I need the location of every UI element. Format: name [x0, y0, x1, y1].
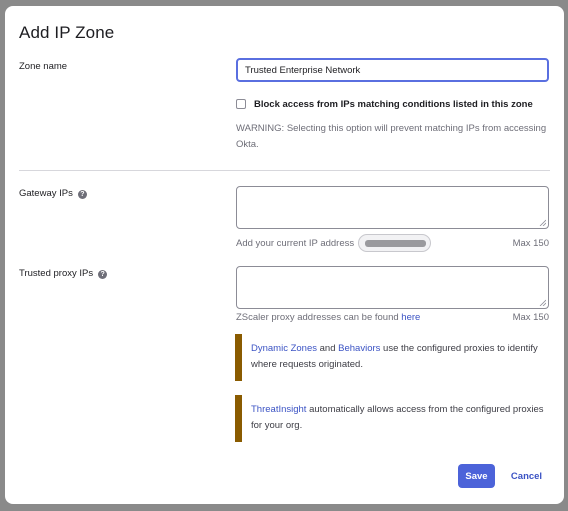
trusted-proxy-max: Max 150 [512, 312, 549, 323]
gateway-ips-helper: Add your current IP address [236, 238, 355, 249]
block-access-checkbox[interactable] [236, 99, 246, 109]
block-access-warning: WARNING: Selecting this option will prev… [236, 123, 547, 150]
gateway-ips-textarea[interactable] [236, 186, 549, 229]
trusted-proxy-helper-text: ZScaler proxy addresses can be found [236, 312, 402, 323]
callout-text: and [317, 343, 339, 354]
gateway-ips-label: Gateway IPs [19, 188, 73, 199]
resize-grip-icon[interactable] [539, 219, 546, 226]
dialog-title: Add IP Zone [19, 23, 115, 42]
save-button[interactable]: Save [458, 464, 495, 488]
section-divider [19, 170, 550, 171]
proxies-callout: Dynamic Zones and Behaviors use the conf… [235, 334, 553, 381]
gateway-ips-label-row: Gateway IPs? [19, 188, 87, 199]
gateway-ips-max: Max 150 [512, 238, 549, 249]
help-icon[interactable]: ? [77, 190, 87, 199]
help-icon[interactable]: ? [98, 270, 108, 279]
threatinsight-callout: ThreatInsight automatically allows acces… [235, 395, 553, 442]
resize-grip-icon[interactable] [539, 299, 546, 306]
trusted-proxy-ips-textarea[interactable] [236, 266, 549, 309]
zscaler-here-link[interactable]: here [401, 312, 420, 323]
redacted-ip-value [365, 240, 426, 247]
zone-name-label: Zone name [19, 61, 68, 72]
trusted-proxy-helper: ZScaler proxy addresses can be found her… [236, 312, 420, 323]
dynamic-zones-link[interactable]: Dynamic Zones [251, 343, 317, 354]
trusted-proxy-ips-label-row: Trusted proxy IPs? [19, 268, 108, 279]
threatinsight-link[interactable]: ThreatInsight [251, 404, 306, 415]
current-ip-chip[interactable] [358, 234, 431, 252]
trusted-proxy-ips-label: Trusted proxy IPs [19, 268, 94, 279]
zone-name-input[interactable] [236, 58, 549, 82]
behaviors-link[interactable]: Behaviors [338, 343, 380, 354]
cancel-button[interactable]: Cancel [505, 464, 548, 488]
block-access-label[interactable]: Block access from IPs matching condition… [254, 99, 533, 110]
add-ip-zone-dialog: Add IP Zone Zone name Block access from … [5, 6, 564, 504]
